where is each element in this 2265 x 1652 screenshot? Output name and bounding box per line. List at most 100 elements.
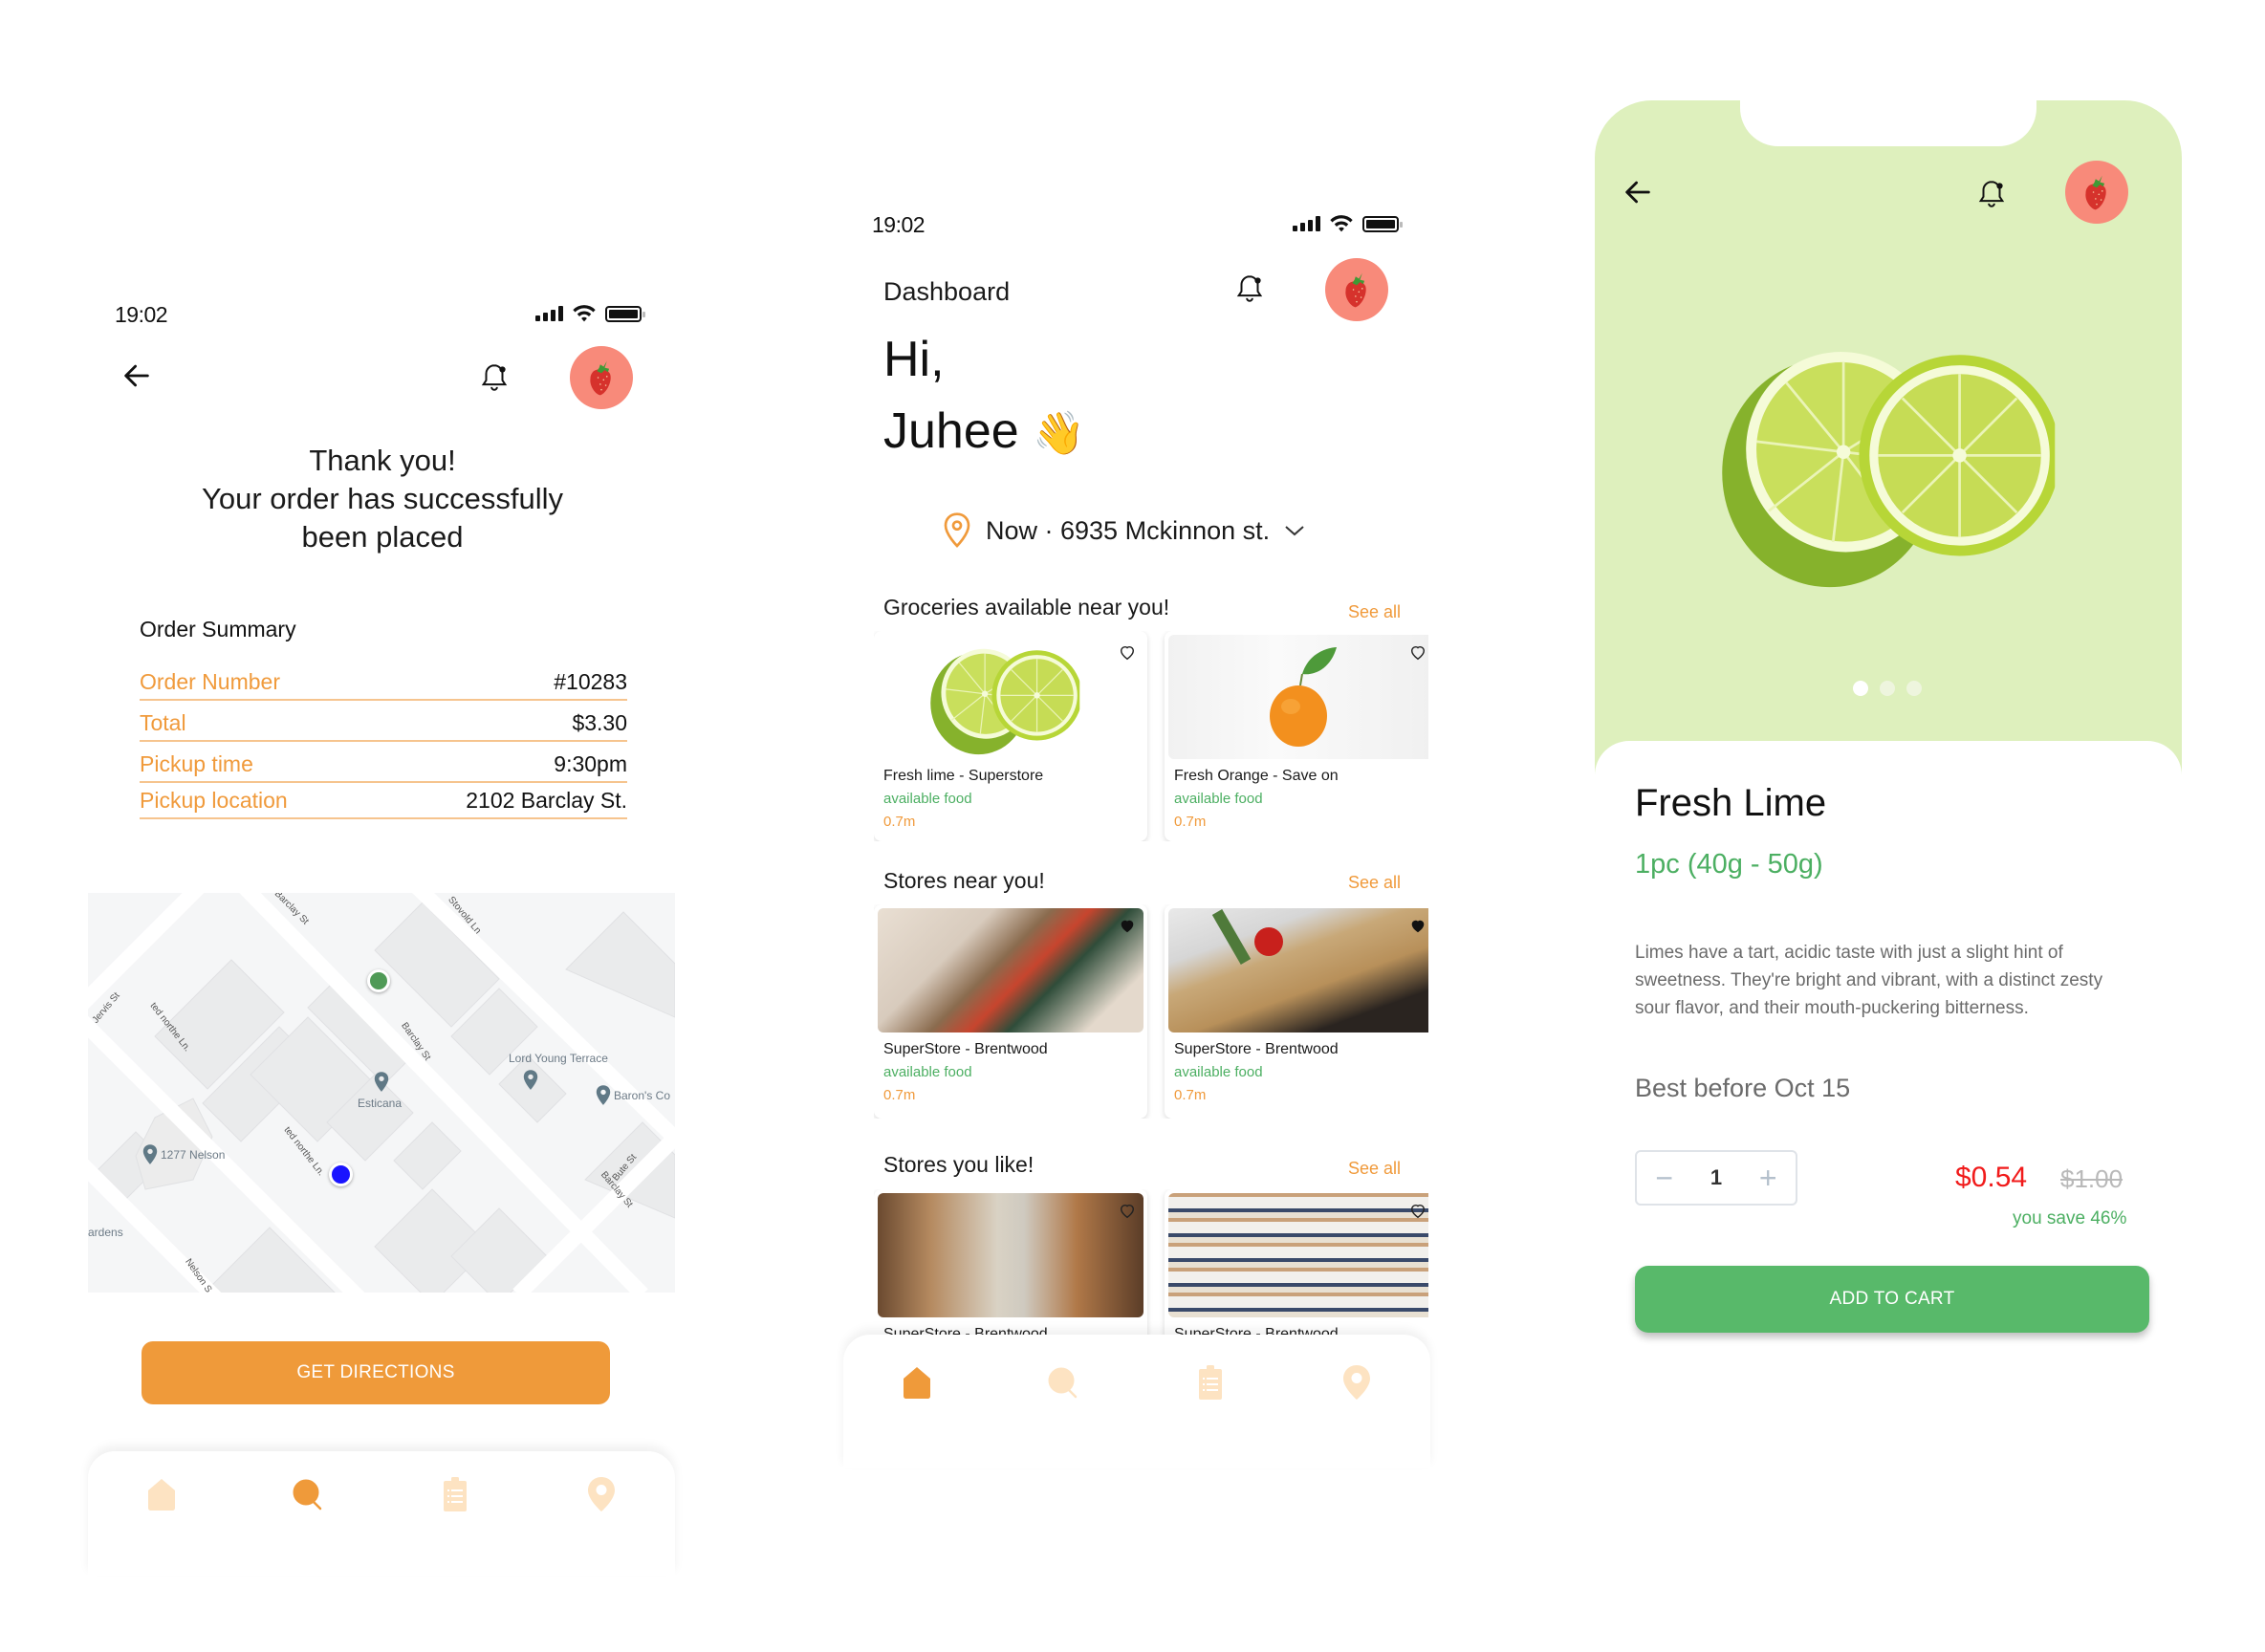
sale-price: $0.54	[1955, 1162, 2028, 1193]
user-avatar[interactable]	[1325, 258, 1388, 321]
store-location-marker[interactable]	[367, 969, 390, 992]
status-bar-icons	[1293, 214, 1403, 233]
summary-row-order-number: Order Number #10283	[140, 660, 627, 701]
map-place-label: 1277 Nelson	[161, 1148, 226, 1162]
favorite-heart-icon[interactable]	[1119, 1203, 1136, 1220]
status-bar-time: 19:02	[115, 302, 168, 327]
grocery-card[interactable]: Fresh lime - Superstore available food 0…	[874, 631, 1147, 841]
user-name: Juhee	[883, 403, 1019, 459]
favorite-heart-icon[interactable]	[1409, 1203, 1427, 1220]
current-location-marker[interactable]	[329, 1163, 353, 1186]
battery-icon	[605, 305, 645, 322]
tab-location-icon[interactable]	[1338, 1363, 1376, 1402]
confirmation-line-1: Thank you!	[309, 444, 456, 477]
summary-label: Order Number	[140, 669, 280, 694]
basket-image	[1168, 908, 1428, 1032]
tab-orders-icon[interactable]	[1191, 1363, 1230, 1402]
tab-search-icon[interactable]	[1044, 1363, 1082, 1402]
strawberry-icon	[2075, 170, 2119, 214]
orange-image	[1168, 635, 1428, 759]
user-avatar[interactable]	[570, 346, 633, 409]
bottom-tab-bar	[88, 1451, 675, 1576]
pickup-map[interactable]: Barclay St Barclay St Barclay St Stovold…	[88, 893, 675, 1293]
map-place-label: ardens	[88, 1226, 123, 1239]
notification-bell-icon[interactable]	[1975, 178, 2008, 210]
carousel-dot[interactable]	[1853, 681, 1868, 696]
see-all-stores-near-link[interactable]: See all	[1348, 873, 1401, 893]
product-image-lime	[1643, 320, 2121, 598]
confirmation-line-3: been placed	[301, 520, 464, 554]
best-before-date: Best before Oct 15	[1635, 1074, 1851, 1102]
tab-search-icon[interactable]	[289, 1475, 327, 1513]
store-card[interactable]: SuperStore - Brentwood available food 0.…	[874, 904, 1147, 1119]
carousel-dot[interactable]	[1880, 681, 1895, 696]
summary-value: $3.30	[572, 710, 627, 735]
status-bar-icons	[535, 304, 645, 323]
see-all-stores-liked-link[interactable]: See all	[1348, 1159, 1401, 1179]
groceries-flatlay-image	[878, 908, 1143, 1032]
grocery-card[interactable]: Fresh Orange - Save on available food 0.…	[1165, 631, 1428, 841]
get-directions-button[interactable]: GET DIRECTIONS	[142, 1341, 610, 1404]
increase-quantity-button[interactable]: +	[1759, 1163, 1777, 1193]
back-arrow-icon[interactable]	[1622, 176, 1654, 208]
status-bar-time: 19:02	[872, 212, 926, 237]
lime-illustration	[897, 635, 1107, 759]
map-place-pin-icon	[373, 1071, 390, 1094]
image-carousel-indicator	[1853, 681, 1922, 696]
quantity-stepper: − 1 +	[1635, 1150, 1797, 1206]
wifi-icon	[571, 304, 598, 323]
orange-illustration	[1270, 647, 1337, 747]
card-status: available food	[1174, 791, 1263, 807]
bottom-tab-bar	[843, 1335, 1430, 1468]
store-card[interactable]: SuperStore - Brentwood	[1165, 1189, 1428, 1342]
map-place-label: Baron's Co	[614, 1089, 670, 1102]
lime-image	[878, 635, 1143, 759]
decrease-quantity-button[interactable]: −	[1655, 1163, 1673, 1193]
see-all-groceries-link[interactable]: See all	[1348, 602, 1401, 622]
tab-orders-icon[interactable]	[436, 1475, 474, 1513]
notification-bell-icon[interactable]	[1233, 272, 1266, 305]
order-summary-title: Order Summary	[140, 617, 296, 641]
card-status: available food	[1174, 1064, 1263, 1080]
favorite-heart-icon[interactable]	[1119, 918, 1136, 935]
tab-home-icon[interactable]	[898, 1363, 936, 1402]
quantity-value[interactable]: 1	[1710, 1165, 1722, 1190]
tab-home-icon[interactable]	[142, 1475, 181, 1513]
tab-location-icon[interactable]	[582, 1475, 621, 1513]
product-size: 1pc (40g - 50g)	[1635, 849, 1823, 880]
wifi-icon	[1328, 214, 1355, 233]
favorite-heart-icon[interactable]	[1409, 918, 1427, 935]
order-summary-table: Order Number #10283 Total $3.30 Pickup t…	[140, 660, 627, 819]
waving-hand-icon: 👋	[1033, 410, 1085, 457]
store-card[interactable]: SuperStore - Brentwood	[874, 1189, 1147, 1342]
summary-row-total: Total $3.30	[140, 701, 627, 742]
user-name-row: Juhee 👋	[883, 402, 1085, 464]
cellular-signal-icon	[535, 306, 563, 321]
section-title-groceries: Groceries available near you!	[883, 595, 1170, 620]
favorite-heart-icon[interactable]	[1409, 644, 1427, 662]
groceries-card-row: Fresh lime - Superstore available food 0…	[874, 631, 1428, 841]
store-shelves-image	[1168, 1193, 1428, 1317]
strawberry-icon	[579, 356, 623, 400]
store-card[interactable]: SuperStore - Brentwood available food 0.…	[1165, 904, 1428, 1119]
favorite-heart-icon[interactable]	[1119, 644, 1136, 662]
location-text: Now · 6935 Mckinnon st.	[986, 515, 1271, 545]
map-place-pin-icon	[522, 1069, 539, 1092]
add-to-cart-button[interactable]: ADD TO CART	[1635, 1266, 2149, 1333]
page-title: Dashboard	[883, 277, 1011, 306]
product-description: Limes have a tart, acidic taste with jus…	[1635, 943, 2103, 1018]
strawberry-icon	[1335, 268, 1379, 312]
card-distance: 0.7m	[883, 1087, 916, 1103]
card-name: SuperStore - Brentwood	[883, 1041, 1048, 1057]
user-avatar[interactable]	[2065, 161, 2128, 224]
notification-bell-icon[interactable]	[478, 361, 511, 394]
carousel-dot[interactable]	[1906, 681, 1922, 696]
card-status: available food	[883, 1064, 972, 1080]
back-arrow-icon[interactable]	[120, 359, 153, 392]
summary-value: #10283	[554, 669, 627, 694]
card-name: SuperStore - Brentwood	[1174, 1041, 1339, 1057]
original-price: $1.00	[2060, 1164, 2123, 1193]
location-selector[interactable]: Now · 6935 Mckinnon st.	[942, 511, 1306, 550]
map-place-label: Lord Young Terrace	[509, 1052, 608, 1065]
product-title: Fresh Lime	[1635, 782, 1827, 824]
